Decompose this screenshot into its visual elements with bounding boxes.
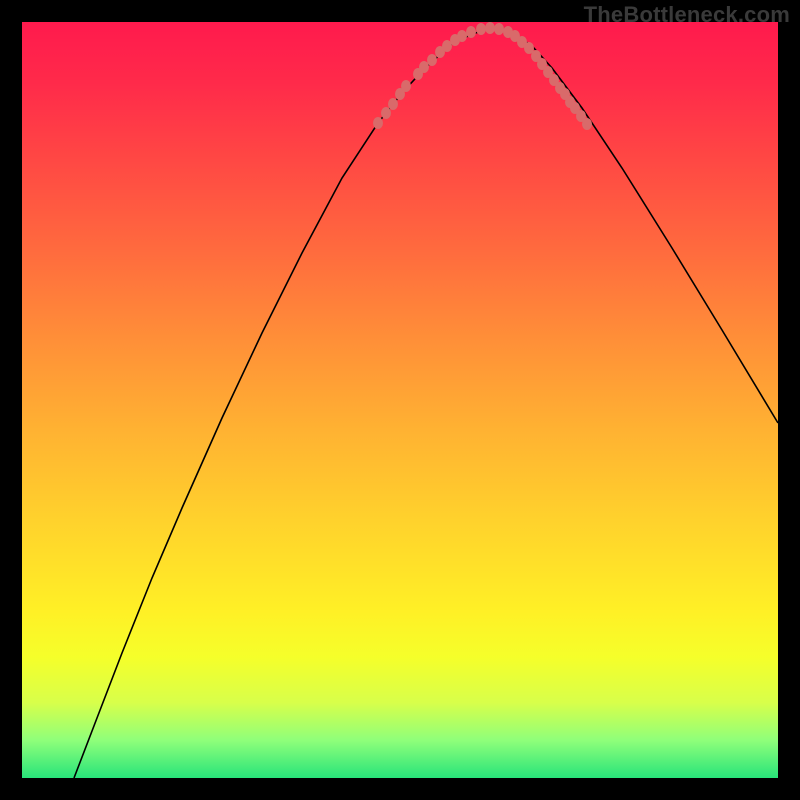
curve-marker bbox=[419, 61, 429, 73]
curve-marker bbox=[373, 117, 383, 129]
curve-marker bbox=[401, 80, 411, 92]
curve-marker bbox=[582, 118, 592, 130]
bottleneck-chart-svg bbox=[22, 22, 778, 778]
curve-marker bbox=[427, 54, 437, 66]
chart-frame bbox=[22, 22, 778, 778]
curve-marker bbox=[466, 26, 476, 38]
bottleneck-curve bbox=[74, 29, 778, 778]
curve-marker bbox=[485, 22, 495, 34]
curve-marker bbox=[388, 98, 398, 110]
curve-marker bbox=[381, 107, 391, 119]
curve-marker bbox=[476, 23, 486, 35]
curve-marker bbox=[457, 30, 467, 42]
curve-markers bbox=[373, 22, 592, 130]
curve-marker bbox=[494, 23, 504, 35]
watermark-text: TheBottleneck.com bbox=[584, 2, 790, 28]
